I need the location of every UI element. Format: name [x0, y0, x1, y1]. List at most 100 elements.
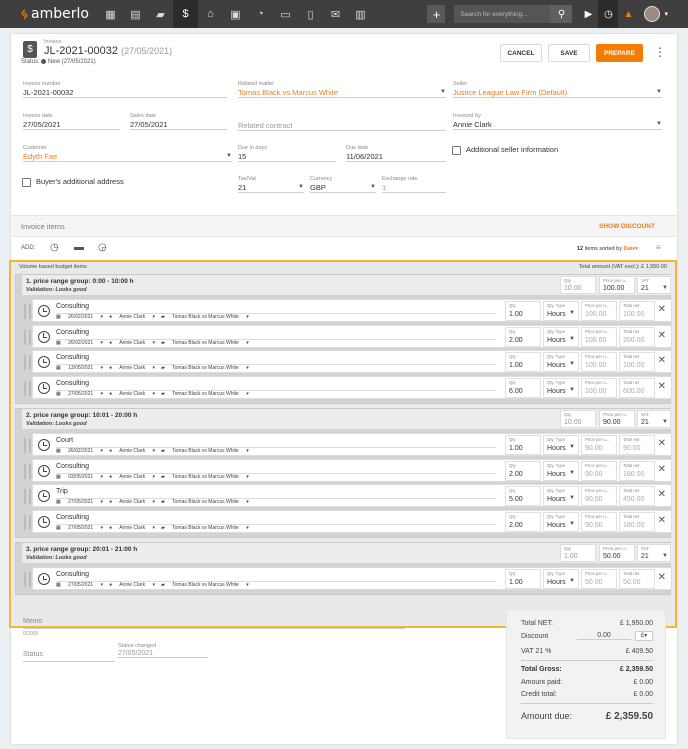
- item-qty-type-select[interactable]: Qty. Type Hours ▼: [543, 460, 579, 481]
- item-qty-type-select[interactable]: Qty. Type Hours ▼: [543, 569, 579, 589]
- item-user[interactable]: ● Annie Clark ▾: [109, 499, 155, 505]
- group-price-field[interactable]: Price per u... 50.00: [599, 544, 635, 562]
- stopwatch-icon[interactable]: ◷: [598, 0, 619, 28]
- save-button[interactable]: SAVE: [548, 44, 590, 62]
- group-price-field[interactable]: Price per u... 100.00: [599, 276, 635, 294]
- bank-icon[interactable]: ⌂: [198, 0, 223, 28]
- notifications-bell-icon[interactable]: ▲: [618, 0, 638, 28]
- seller-select[interactable]: Justice League Law Firm (Default) ▼: [453, 88, 662, 98]
- item-total-net-field[interactable]: Total net 180.00: [619, 460, 655, 481]
- group-vat-select[interactable]: VAT 21 ▼: [637, 276, 671, 294]
- timer-history-icon[interactable]: ◔: [248, 0, 273, 28]
- user-avatar[interactable]: [644, 6, 661, 22]
- item-total-net-field[interactable]: Total net 100.00: [619, 352, 655, 372]
- due-in-days-field[interactable]: 15: [238, 152, 336, 162]
- user-menu-chevron-down-icon[interactable]: ▾: [664, 10, 668, 18]
- item-total-net-field[interactable]: Total net 90.00: [619, 435, 655, 455]
- group-price-field[interactable]: Price per u... 90.00: [599, 410, 635, 428]
- invoice-item-row[interactable]: Consulting ▦ 27/05/2021 ▾ ● Annie Clark ▾ ▰…: [24, 375, 672, 399]
- item-date[interactable]: ▦ 03/05/2021 ▾: [56, 474, 103, 480]
- matters-icon[interactable]: ▰: [148, 0, 173, 28]
- item-matter[interactable]: ▰ Tomas Black vs Marcus White ▾: [161, 582, 249, 588]
- item-description-input[interactable]: Consulting: [56, 514, 496, 525]
- item-qty-type-select[interactable]: Qty. Type Hours ▼: [543, 511, 579, 532]
- group-vat-select[interactable]: VAT 21 ▼: [637, 410, 671, 428]
- item-matter[interactable]: ▰ Tomas Black vs Marcus White ▾: [161, 365, 249, 371]
- prepare-button[interactable]: PREPARE: [596, 44, 643, 62]
- item-description-input[interactable]: Consulting: [56, 329, 496, 340]
- item-price-field[interactable]: Price per u... 90.00: [581, 460, 617, 481]
- currency-select[interactable]: GBP ▼: [310, 183, 376, 193]
- contacts-icon[interactable]: ▤: [123, 0, 148, 28]
- item-total-net-field[interactable]: Total net 600.00: [619, 377, 655, 398]
- item-date[interactable]: ▦ 13/05/2021 ▾: [56, 365, 103, 371]
- item-price-field[interactable]: Price per u... 100.00: [581, 352, 617, 372]
- item-qty-type-select[interactable]: Qty. Type Hours ▼: [543, 435, 579, 455]
- due-date-field[interactable]: 11/06/2021: [346, 152, 446, 162]
- remove-item-close-icon[interactable]: ✕: [658, 489, 666, 500]
- item-matter[interactable]: ▰ Tomas Black vs Marcus White ▾: [161, 340, 249, 346]
- item-price-field[interactable]: Price per u... 50.00: [581, 569, 617, 589]
- remove-item-close-icon[interactable]: ✕: [658, 330, 666, 341]
- item-qty-field[interactable]: Qty 1.00: [505, 435, 541, 455]
- item-user[interactable]: ● Annie Clark ▾: [109, 448, 155, 454]
- invoice-number-field[interactable]: JL-2021-00032: [23, 88, 227, 98]
- discount-unit-select[interactable]: £▾: [635, 631, 653, 641]
- item-description-input[interactable]: Consulting: [56, 571, 496, 582]
- item-qty-type-select[interactable]: Qty. Type Hours ▼: [543, 326, 579, 347]
- exchange-rate-field[interactable]: 1: [382, 183, 446, 193]
- item-date[interactable]: ▦ 27/05/2021 ▾: [56, 582, 103, 588]
- item-description-input[interactable]: Trip: [56, 488, 496, 499]
- item-total-net-field[interactable]: Total net 200.00: [619, 326, 655, 347]
- item-matter[interactable]: ▰ Tomas Black vs Marcus White ▾: [161, 448, 249, 454]
- dashboard-icon[interactable]: ▦: [98, 0, 123, 28]
- item-price-field[interactable]: Price per u... 90.00: [581, 511, 617, 532]
- item-user[interactable]: ● Annie Clark ▾: [109, 474, 155, 480]
- invoice-item-row[interactable]: Court ▦ 26/02/2021 ▾ ● Annie Clark ▾ ▰ Toma…: [24, 433, 672, 456]
- additional-seller-info-checkbox[interactable]: Additional seller information: [452, 145, 558, 155]
- item-qty-field[interactable]: Qty 1.00: [505, 569, 541, 589]
- item-qty-field[interactable]: Qty 1.00: [505, 352, 541, 372]
- item-matter[interactable]: ▰ Tomas Black vs Marcus White ▾: [161, 391, 249, 397]
- invoice-item-row[interactable]: Consulting ▦ 27/05/2021 ▾ ● Annie Clark ▾ ▰…: [24, 567, 672, 590]
- drag-handle-icon[interactable]: [24, 355, 31, 370]
- drag-handle-icon[interactable]: [24, 438, 31, 453]
- memo-field[interactable]: [23, 628, 405, 629]
- item-qty-field[interactable]: Qty 1.00: [505, 301, 541, 321]
- item-date[interactable]: ▦ 26/02/2021 ▾: [56, 448, 103, 454]
- mail-icon[interactable]: ✉: [323, 0, 348, 28]
- drag-handle-icon[interactable]: [24, 463, 31, 479]
- drag-handle-icon[interactable]: [24, 572, 31, 587]
- remove-item-close-icon[interactable]: ✕: [658, 464, 666, 475]
- related-matter-select[interactable]: Tomas Black vs Marcus White ▼: [238, 88, 446, 98]
- reports-icon[interactable]: ▥: [348, 0, 373, 28]
- add-expense-icon[interactable]: ▬: [74, 242, 84, 253]
- add-time-entry-icon[interactable]: ◷: [50, 242, 59, 253]
- invoice-item-row[interactable]: Consulting ▦ 27/05/2021 ▾ ● Annie Clark ▾ ▰…: [24, 509, 672, 533]
- item-total-net-field[interactable]: Total net 450.00: [619, 486, 655, 506]
- discount-input[interactable]: 0.00: [577, 632, 631, 640]
- drag-handle-icon[interactable]: [24, 304, 31, 319]
- related-contract-field[interactable]: Related contract: [238, 121, 446, 131]
- item-matter[interactable]: ▰ Tomas Black vs Marcus White ▾: [161, 314, 249, 320]
- group-qty-field[interactable]: Qty 10.00: [560, 276, 596, 294]
- item-qty-type-select[interactable]: Qty. Type Hours ▼: [543, 377, 579, 398]
- item-price-field[interactable]: Price per u... 90.00: [581, 486, 617, 506]
- invoice-item-row[interactable]: Consulting ▦ 13/05/2021 ▾ ● Annie Clark ▾ ▰…: [24, 350, 672, 373]
- item-qty-field[interactable]: Qty 2.00: [505, 460, 541, 481]
- remove-item-close-icon[interactable]: ✕: [658, 381, 666, 392]
- tax-vat-select[interactable]: 21 ▼: [238, 183, 304, 193]
- drag-handle-icon[interactable]: [24, 514, 31, 530]
- app-logo[interactable]: ᛃ amberlo: [20, 5, 98, 23]
- item-qty-field[interactable]: Qty 2.00: [505, 511, 541, 532]
- invoice-date-field[interactable]: 27/05/2021: [23, 120, 120, 130]
- invoice-item-row[interactable]: Consulting ▦ 03/05/2021 ▾ ● Annie Clark ▾ ▰…: [24, 458, 672, 482]
- calendar-icon[interactable]: ▣: [223, 0, 248, 28]
- item-qty-type-select[interactable]: Qty. Type Hours ▼: [543, 486, 579, 506]
- add-fee-icon[interactable]: ◶: [98, 242, 107, 253]
- cancel-button[interactable]: CANCEL: [500, 44, 542, 62]
- item-date[interactable]: ▦ 26/02/2021 ▾: [56, 340, 103, 346]
- item-total-net-field[interactable]: Total net 180.00: [619, 511, 655, 532]
- sort-direction-icon[interactable]: ≡: [656, 243, 661, 252]
- item-date[interactable]: ▦ 27/05/2021 ▾: [56, 499, 103, 505]
